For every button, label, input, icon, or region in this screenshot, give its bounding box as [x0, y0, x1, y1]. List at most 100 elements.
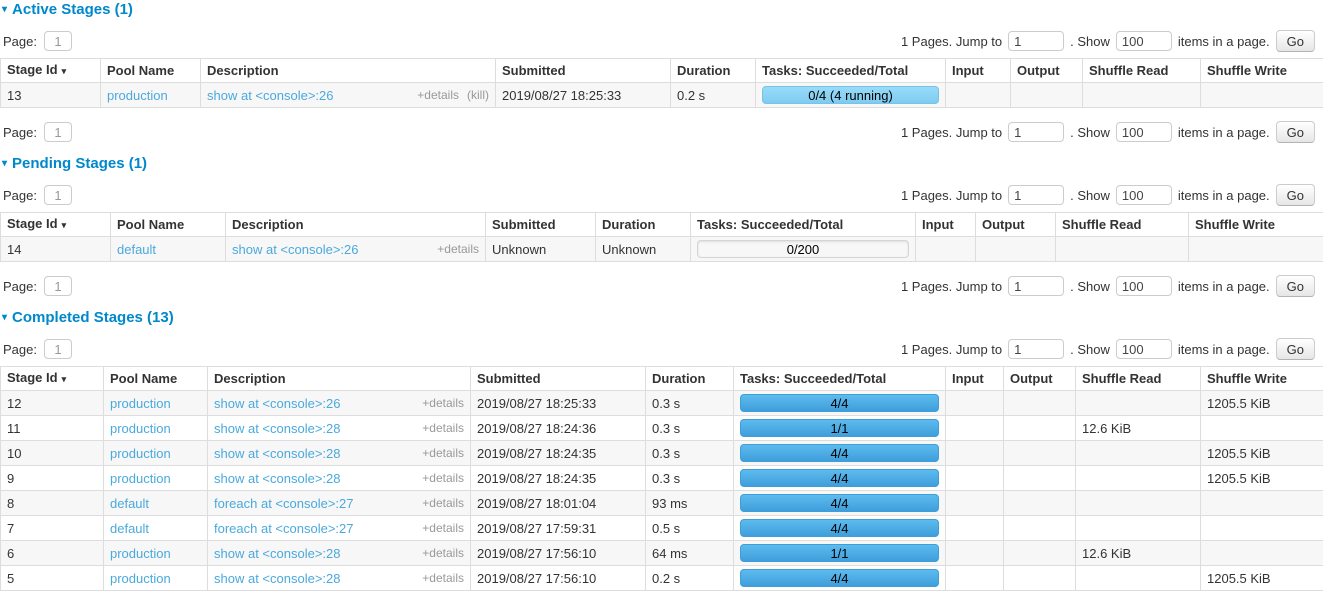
description-link[interactable]: show at <console>:28 — [214, 546, 340, 561]
jump-to-input[interactable] — [1008, 339, 1064, 359]
column-header-shuffle_read[interactable]: Shuffle Read — [1056, 213, 1189, 237]
go-button[interactable]: Go — [1276, 275, 1315, 297]
go-button[interactable]: Go — [1276, 184, 1315, 206]
column-header-shuffle_write[interactable]: Shuffle Write — [1201, 367, 1323, 391]
column-header-duration[interactable]: Duration — [596, 213, 691, 237]
show-count-input[interactable] — [1116, 122, 1172, 142]
description-link[interactable]: show at <console>:28 — [214, 446, 340, 461]
duration-cell: 0.2 s — [646, 566, 734, 591]
kill-link[interactable]: (kill) — [467, 88, 489, 103]
show-count-input[interactable] — [1116, 185, 1172, 205]
column-header-tasks[interactable]: Tasks: Succeeded/Total — [734, 367, 946, 391]
page-number-input[interactable] — [44, 276, 72, 296]
submitted-cell: Unknown — [486, 237, 596, 262]
column-header-stage_id[interactable]: Stage Id▾ — [1, 213, 111, 237]
description-link[interactable]: show at <console>:28 — [214, 421, 340, 436]
column-header-input[interactable]: Input — [916, 213, 976, 237]
column-header-submitted[interactable]: Submitted — [486, 213, 596, 237]
description-link[interactable]: show at <console>:28 — [214, 571, 340, 586]
column-header-tasks[interactable]: Tasks: Succeeded/Total — [691, 213, 916, 237]
column-header-shuffle_read[interactable]: Shuffle Read — [1083, 59, 1201, 83]
column-header-description[interactable]: Description — [201, 59, 496, 83]
page-number-input[interactable] — [44, 122, 72, 142]
column-header-output[interactable]: Output — [1004, 367, 1076, 391]
section-title[interactable]: Pending Stages (1) — [12, 155, 147, 172]
details-link[interactable]: +details — [437, 242, 479, 257]
column-header-duration[interactable]: Duration — [671, 59, 756, 83]
details-link[interactable]: +details — [422, 496, 464, 511]
pool-name-link[interactable]: production — [110, 471, 171, 486]
submitted-cell: 2019/08/27 18:24:36 — [471, 416, 646, 441]
section-title[interactable]: Completed Stages (13) — [12, 309, 174, 326]
column-header-input[interactable]: Input — [946, 367, 1004, 391]
description-link[interactable]: show at <console>:26 — [214, 396, 340, 411]
go-button[interactable]: Go — [1276, 30, 1315, 52]
page-number-input[interactable] — [44, 185, 72, 205]
show-count-input[interactable] — [1116, 276, 1172, 296]
column-header-shuffle_write[interactable]: Shuffle Write — [1189, 213, 1323, 237]
pool-name-link[interactable]: production — [110, 396, 171, 411]
pool-name-link[interactable]: default — [117, 242, 156, 257]
submitted-cell: 2019/08/27 18:25:33 — [471, 391, 646, 416]
input-cell — [946, 441, 1004, 466]
details-link[interactable]: +details — [417, 88, 459, 103]
pool-name-link[interactable]: production — [110, 446, 171, 461]
details-link[interactable]: +details — [422, 571, 464, 586]
section-title[interactable]: Active Stages (1) — [12, 1, 133, 18]
pool-name-link[interactable]: production — [110, 546, 171, 561]
jump-to-input[interactable] — [1008, 31, 1064, 51]
shuffle-read-cell — [1056, 237, 1189, 262]
page-label: Page: — [3, 342, 37, 357]
column-header-description[interactable]: Description — [208, 367, 471, 391]
pool-name-link[interactable]: production — [110, 421, 171, 436]
column-header-stage_id[interactable]: Stage Id▾ — [1, 59, 101, 83]
show-count-input[interactable] — [1116, 339, 1172, 359]
details-link[interactable]: +details — [422, 396, 464, 411]
column-header-shuffle_read[interactable]: Shuffle Read — [1076, 367, 1201, 391]
pool-name-link[interactable]: production — [110, 571, 171, 586]
section-header-completed[interactable]: ▾Completed Stages (13) — [2, 310, 1323, 326]
details-link[interactable]: +details — [422, 421, 464, 436]
tasks-cell: 4/4 — [734, 491, 946, 516]
page-number-input[interactable] — [44, 339, 72, 359]
input-cell — [946, 566, 1004, 591]
section-header-pending[interactable]: ▾Pending Stages (1) — [2, 156, 1323, 172]
details-link[interactable]: +details — [422, 446, 464, 461]
column-header-submitted[interactable]: Submitted — [471, 367, 646, 391]
tasks-progress-bar: 0/200 — [697, 240, 909, 258]
column-header-tasks[interactable]: Tasks: Succeeded/Total — [756, 59, 946, 83]
column-header-shuffle_write[interactable]: Shuffle Write — [1201, 59, 1323, 83]
details-link[interactable]: +details — [422, 471, 464, 486]
details-link[interactable]: +details — [422, 546, 464, 561]
details-link[interactable]: +details — [422, 521, 464, 536]
jump-to-input[interactable] — [1008, 185, 1064, 205]
column-header-pool[interactable]: Pool Name — [104, 367, 208, 391]
section-header-active[interactable]: ▾Active Stages (1) — [2, 2, 1323, 18]
shuffle-write-cell: 1205.5 KiB — [1201, 391, 1323, 416]
column-header-submitted[interactable]: Submitted — [496, 59, 671, 83]
show-count-input[interactable] — [1116, 31, 1172, 51]
pool-name-link[interactable]: production — [107, 88, 168, 103]
description-link[interactable]: show at <console>:28 — [214, 471, 340, 486]
column-header-output[interactable]: Output — [976, 213, 1056, 237]
stage-id-cell: 8 — [1, 491, 104, 516]
column-header-duration[interactable]: Duration — [646, 367, 734, 391]
column-header-pool[interactable]: Pool Name — [101, 59, 201, 83]
jump-to-input[interactable] — [1008, 276, 1064, 296]
column-header-output[interactable]: Output — [1011, 59, 1083, 83]
column-header-stage_id[interactable]: Stage Id▾ — [1, 367, 104, 391]
jump-to-input[interactable] — [1008, 122, 1064, 142]
output-cell — [1004, 541, 1076, 566]
column-header-description[interactable]: Description — [226, 213, 486, 237]
pool-name-link[interactable]: default — [110, 521, 149, 536]
go-button[interactable]: Go — [1276, 121, 1315, 143]
page-number-input[interactable] — [44, 31, 72, 51]
column-header-input[interactable]: Input — [946, 59, 1011, 83]
column-header-pool[interactable]: Pool Name — [111, 213, 226, 237]
description-link[interactable]: show at <console>:26 — [207, 88, 333, 103]
description-link[interactable]: foreach at <console>:27 — [214, 521, 354, 536]
go-button[interactable]: Go — [1276, 338, 1315, 360]
description-link[interactable]: show at <console>:26 — [232, 242, 358, 257]
description-link[interactable]: foreach at <console>:27 — [214, 496, 354, 511]
pool-name-link[interactable]: default — [110, 496, 149, 511]
